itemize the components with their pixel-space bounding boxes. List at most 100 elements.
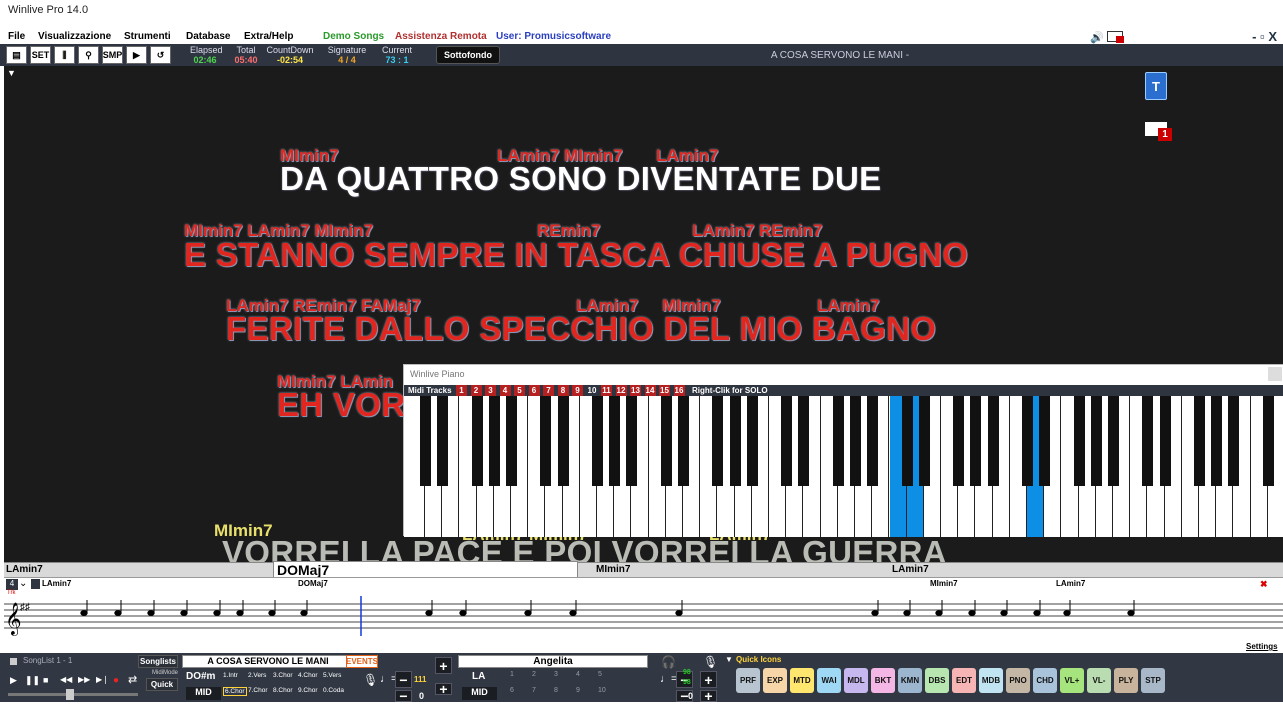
piano-black-key[interactable] [918, 396, 930, 486]
quick-icon-prf[interactable]: PRF [736, 668, 760, 693]
quick-icon-mdb[interactable]: MDB [979, 668, 1003, 693]
position-slider-thumb[interactable] [66, 689, 74, 700]
song-name-field[interactable]: A COSA SERVONO LE MANI [182, 655, 354, 668]
repeat-icon[interactable]: ⇄ [128, 673, 137, 686]
play-icon[interactable]: ▶ [10, 675, 17, 686]
song-mid-button[interactable]: MID [186, 687, 221, 700]
part-button-8[interactable]: 8.Chor [273, 687, 293, 694]
part-button-2[interactable]: 2.Vers [248, 672, 266, 679]
midi-track-16[interactable]: 16 [673, 385, 685, 396]
fast-forward-icon[interactable]: ▶▶ [78, 675, 90, 684]
quick-icon-vlplus[interactable]: VL+ [1060, 668, 1084, 693]
artist-part-1[interactable]: 1 [510, 671, 514, 678]
menu-visualizzazione[interactable]: Visualizzazione [38, 31, 111, 42]
artist-part-4[interactable]: 4 [576, 671, 580, 678]
part-button-10[interactable]: 0.Coda [323, 687, 344, 694]
piano-black-key[interactable] [557, 396, 569, 486]
sottofondo-button[interactable]: Sottofondo [436, 46, 500, 64]
piano-black-key[interactable] [1193, 396, 1205, 486]
artist-part-9[interactable]: 9 [576, 687, 580, 694]
midi-track-3[interactable]: 3 [485, 385, 496, 396]
quick-icon-vlminus[interactable]: VL- [1087, 668, 1111, 693]
piano-black-key[interactable] [797, 396, 809, 486]
midi-track-9[interactable]: 9 [572, 385, 583, 396]
piano-black-key[interactable] [677, 396, 689, 486]
menu-file[interactable]: File [8, 31, 25, 42]
midi-track-5[interactable]: 5 [514, 385, 525, 396]
artist-mid-button[interactable]: MID [462, 687, 497, 700]
midi-track-4[interactable]: 4 [499, 385, 511, 396]
microphone-icon[interactable]: 🎙 [363, 673, 378, 687]
artist-field[interactable]: Angelita [458, 655, 648, 668]
piano-close-button[interactable] [1268, 367, 1282, 381]
piano-black-key[interactable] [1021, 396, 1033, 486]
piano-black-key[interactable] [1227, 396, 1239, 486]
quick-icon-stp[interactable]: STP [1141, 668, 1165, 693]
piano-black-key[interactable] [488, 396, 500, 486]
part-button-3[interactable]: 3.Chor [273, 672, 293, 679]
tempo-right-plus-button[interactable]: + [700, 671, 717, 688]
piano-black-key[interactable] [471, 396, 483, 486]
quick-icon-mdl[interactable]: MDL [844, 668, 868, 693]
piano-black-key[interactable] [1262, 396, 1274, 486]
piano-keyboard[interactable] [404, 396, 1283, 537]
quick-icon-chd[interactable]: CHD [1033, 668, 1057, 693]
midi-track-1[interactable]: 1 [456, 385, 467, 396]
headphones-icon[interactable]: 🎧 [661, 655, 676, 669]
midi-track-13[interactable]: 13 [630, 385, 641, 396]
piano-black-key[interactable] [849, 396, 861, 486]
smp-button[interactable]: SMP [102, 46, 123, 64]
artist-part-10[interactable]: 10 [598, 687, 606, 694]
menu-assistenza-remota[interactable]: Assistenza Remota [395, 31, 487, 42]
quick-icon-dbs[interactable]: DBS [925, 668, 949, 693]
part-button-7[interactable]: 7.Chor [248, 687, 268, 694]
tempo-minus-button[interactable]: − [395, 671, 412, 688]
chevron-down-icon[interactable]: ⌄ [19, 578, 27, 589]
next-icon[interactable]: ▶❘ [96, 675, 109, 684]
piano-black-key[interactable] [901, 396, 913, 486]
piano-black-key[interactable] [1107, 396, 1119, 486]
piano-black-key[interactable] [660, 396, 672, 486]
piano-black-key[interactable] [625, 396, 637, 486]
songlists-button[interactable]: Songlists [138, 655, 178, 668]
set-button[interactable]: SET [30, 46, 51, 64]
menu-user[interactable]: User: Promusicsoftware [496, 31, 611, 42]
piano-black-key[interactable] [505, 396, 517, 486]
piano-black-key[interactable] [1159, 396, 1171, 486]
piano-black-key[interactable] [987, 396, 999, 486]
quick-icon-kmn[interactable]: KMN [898, 668, 922, 693]
piano-black-key[interactable] [419, 396, 431, 486]
speaker-icon[interactable]: 🔊 [1090, 31, 1104, 44]
midi-track-14[interactable]: 14 [644, 385, 656, 396]
piano-black-key[interactable] [1210, 396, 1222, 486]
menu-database[interactable]: Database [186, 31, 230, 42]
part-button-6[interactable]: 6.Chor [223, 687, 247, 696]
quick-icon-exp[interactable]: EXP [763, 668, 787, 693]
part-button-1[interactable]: 1.Intr [223, 672, 238, 679]
piano-black-key[interactable] [539, 396, 551, 486]
text-mode-button[interactable]: T [1145, 72, 1167, 100]
midi-track-12[interactable]: 12 [615, 385, 627, 396]
quick-icon-ply[interactable]: PLY [1114, 668, 1138, 693]
artist-part-2[interactable]: 2 [532, 671, 536, 678]
loop-icon[interactable]: ↺ [150, 46, 171, 64]
events-button[interactable]: EVENTS [346, 655, 378, 668]
microphone-right-icon[interactable]: 🎙 [703, 655, 718, 669]
part-button-5[interactable]: 5.Vers [323, 672, 341, 679]
menu-demo-songs[interactable]: Demo Songs [323, 31, 384, 42]
piano-black-key[interactable] [1038, 396, 1050, 486]
midi-track-11[interactable]: 11 [601, 385, 612, 396]
piano-black-key[interactable] [436, 396, 448, 486]
tempo-number[interactable]: 4 [6, 579, 18, 590]
collapse-arrow-icon[interactable]: ▼ [7, 68, 16, 78]
artist-part-3[interactable]: 3 [554, 671, 558, 678]
piano-black-key[interactable] [608, 396, 620, 486]
lock-icon[interactable] [31, 579, 40, 589]
piano-black-key[interactable] [1073, 396, 1085, 486]
quick-icon-pno[interactable]: PNO [1006, 668, 1030, 693]
quick-icon-bkt[interactable]: BKT [871, 668, 895, 693]
artist-part-7[interactable]: 7 [532, 687, 536, 694]
transpose-plus-button[interactable]: + [435, 681, 452, 697]
rewind-icon[interactable]: ◀◀ [60, 675, 72, 684]
artist-part-5[interactable]: 5 [598, 671, 602, 678]
